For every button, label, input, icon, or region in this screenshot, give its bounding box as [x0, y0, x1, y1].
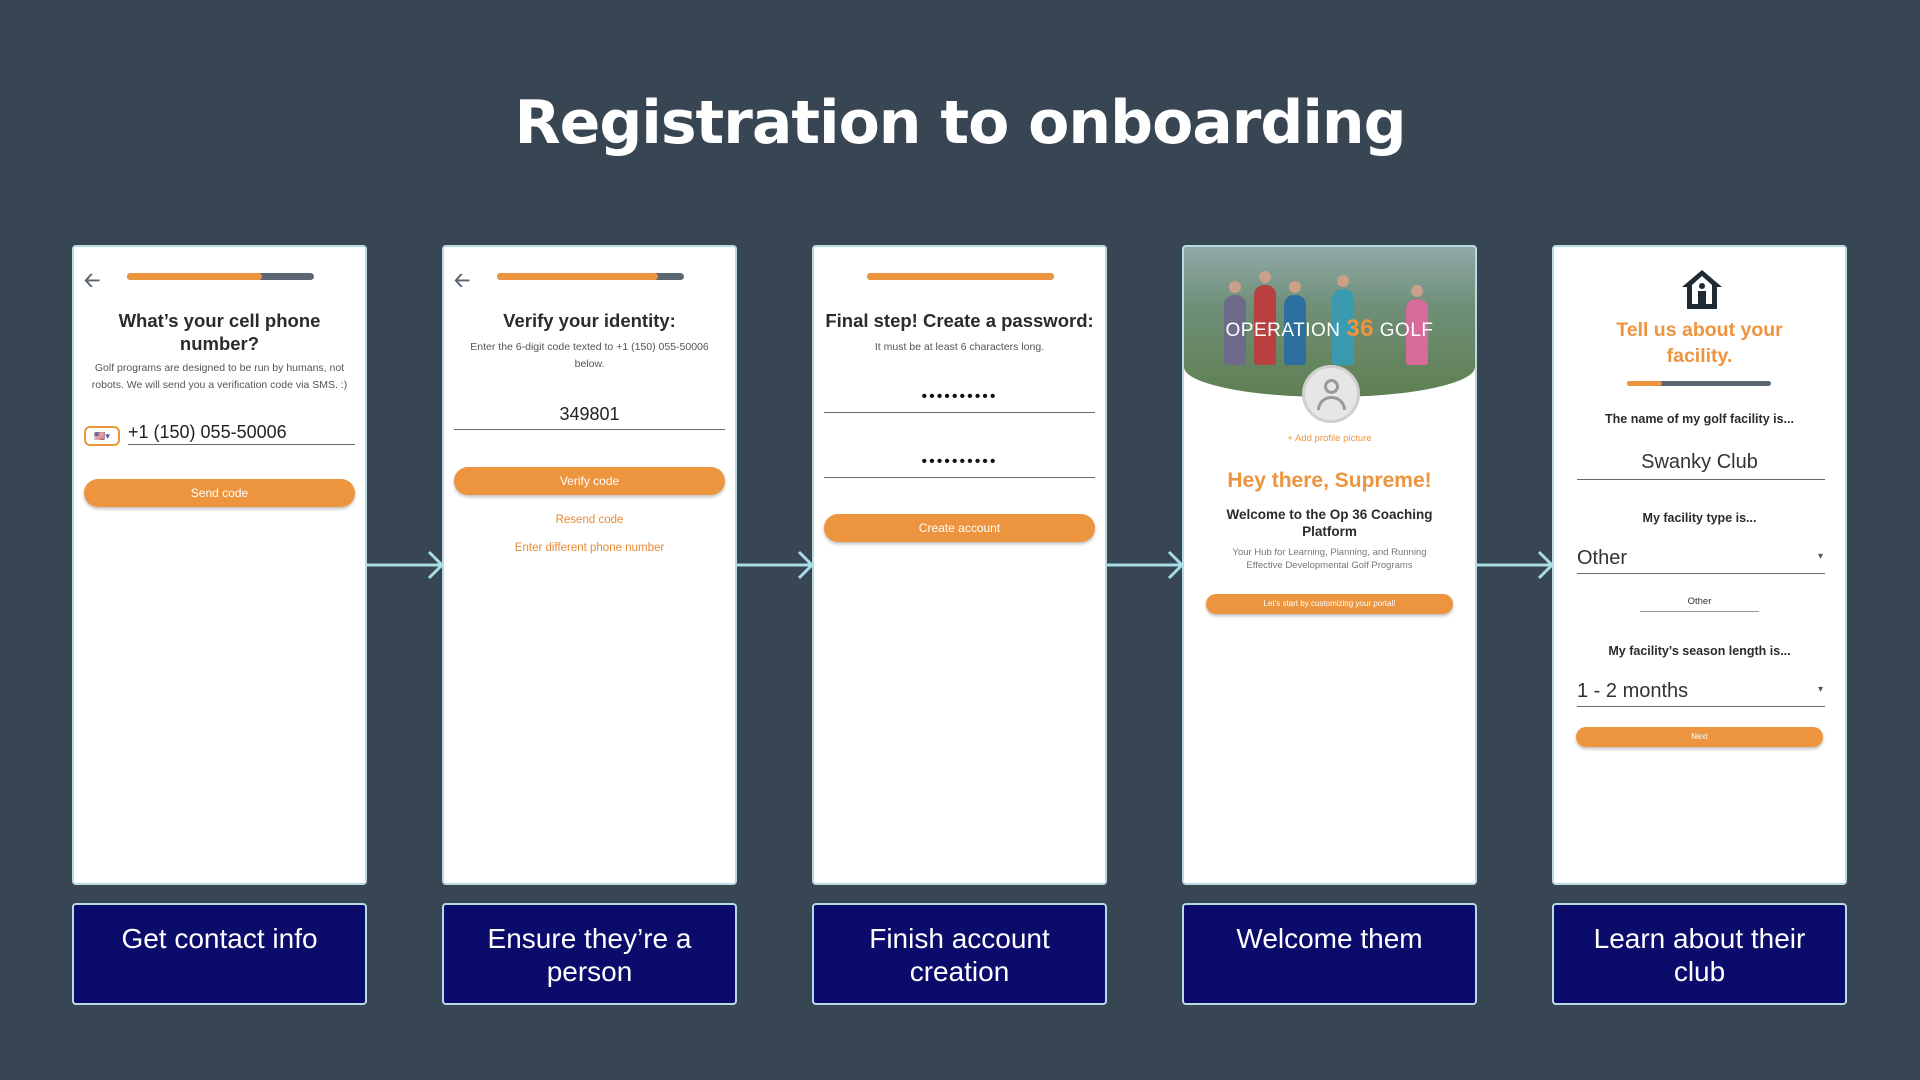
subtitle-text: Golf programs are designed to be run by … [91, 362, 348, 391]
password-underline [824, 412, 1095, 413]
facility-name-label: The name of my golf facility is... [1605, 412, 1794, 426]
option-underline [1640, 611, 1759, 612]
phone-underline [128, 444, 355, 445]
create-account-button[interactable]: Create account [824, 514, 1095, 542]
greeting-heading: Hey there, Supreme! [1227, 469, 1432, 492]
progress-fill [497, 273, 658, 280]
facility-type-value: Other [1577, 547, 1628, 569]
phone-input[interactable]: +1 (150) 055-50006 [128, 422, 287, 443]
chevron-down-icon: ▾ [1817, 551, 1823, 562]
facility-type-label: My facility type is... [1642, 511, 1757, 525]
country-select[interactable]: 🇺🇸▾ [84, 426, 120, 446]
step-caption: Welcome them [1182, 903, 1477, 1005]
step-caption: Learn about their club [1552, 903, 1847, 1005]
welcome-text: Welcome to the Op 36 Coaching Platform [1226, 507, 1433, 539]
progress-bar [497, 273, 684, 280]
send-code-button[interactable]: Send code [84, 479, 355, 507]
question-heading: Final step! Create a password: [825, 310, 1094, 331]
resend-code-link[interactable]: Resend code [444, 514, 735, 526]
screen-facility: Tell us about your facility. The name of… [1552, 245, 1847, 885]
season-underline [1577, 706, 1825, 707]
type-underline [1577, 573, 1825, 574]
house-icon [1682, 270, 1722, 309]
screen-create-password: Final step! Create a password: It must b… [812, 245, 1107, 885]
question-heading: What’s your cell phone number? [118, 310, 321, 354]
customize-portal-button[interactable]: Let’s start by customizing your portal! [1206, 594, 1453, 614]
avatar-head [1324, 379, 1339, 394]
facility-type-select[interactable]: Other ▾ [1577, 547, 1825, 570]
season-length-value: 1 - 2 months [1577, 680, 1689, 702]
add-profile-picture-link[interactable]: + Add profile picture [1184, 433, 1475, 444]
hub-description: Your Hub for Learning, Planning, and Run… [1232, 547, 1427, 571]
screen-welcome: OPERATION 36 GOLF + Add profile picture … [1182, 245, 1477, 885]
progress-bar [867, 273, 1054, 280]
arrow-right-icon [1107, 550, 1185, 580]
password-input[interactable]: •••••••••• [814, 388, 1105, 406]
progress-bar [1627, 381, 1771, 386]
change-number-link[interactable]: Enter different phone number [444, 542, 735, 554]
brand-right: GOLF [1379, 320, 1434, 341]
facility-name-input[interactable]: Swanky Club [1554, 451, 1845, 474]
confirm-underline [824, 477, 1095, 478]
facility-type-option[interactable]: Other [1554, 596, 1845, 607]
brand-number: 36 [1346, 315, 1374, 342]
chevron-down-icon: ▾ [1817, 684, 1823, 695]
page-title: Registration to onboarding [514, 88, 1406, 158]
avatar-body [1317, 396, 1346, 410]
progress-bar [127, 273, 314, 280]
progress-fill [1627, 381, 1662, 386]
arrow-left-icon[interactable]: 🡠 [84, 266, 100, 300]
code-input[interactable]: 349801 [444, 404, 735, 425]
facility-heading: Tell us about your facility. [1616, 319, 1783, 367]
code-underline [454, 429, 725, 430]
subtitle-text: Enter the 6-digit code texted to +1 (150… [470, 341, 709, 370]
arrow-left-icon[interactable]: 🡠 [454, 266, 470, 300]
brand-logo: OPERATION 36 GOLF [1184, 315, 1475, 343]
confirm-password-input[interactable]: •••••••••• [814, 453, 1105, 471]
step-caption: Finish account creation [812, 903, 1107, 1005]
step-caption: Get contact info [72, 903, 367, 1005]
step-caption: Ensure they’re a person [442, 903, 737, 1005]
screen-verify-identity: 🡠 Verify your identity: Enter the 6-digi… [442, 245, 737, 885]
season-length-label: My facility’s season length is... [1608, 644, 1791, 658]
question-heading: Verify your identity: [503, 310, 676, 331]
name-underline [1577, 479, 1825, 480]
verify-code-button[interactable]: Verify code [454, 467, 725, 495]
user-avatar-icon[interactable] [1302, 365, 1360, 423]
progress-fill [867, 273, 1054, 280]
arrow-right-icon [367, 550, 445, 580]
progress-fill [127, 273, 262, 280]
season-length-select[interactable]: 1 - 2 months ▾ [1577, 680, 1825, 703]
next-button[interactable]: Next [1576, 727, 1823, 747]
arrow-right-icon [1477, 550, 1555, 580]
arrow-right-icon [737, 550, 815, 580]
subtitle-text: It must be at least 6 characters long. [874, 341, 1045, 353]
screen-contact-info: 🡠 What’s your cell phone number? Golf pr… [72, 245, 367, 885]
brand-left: OPERATION [1225, 320, 1341, 341]
